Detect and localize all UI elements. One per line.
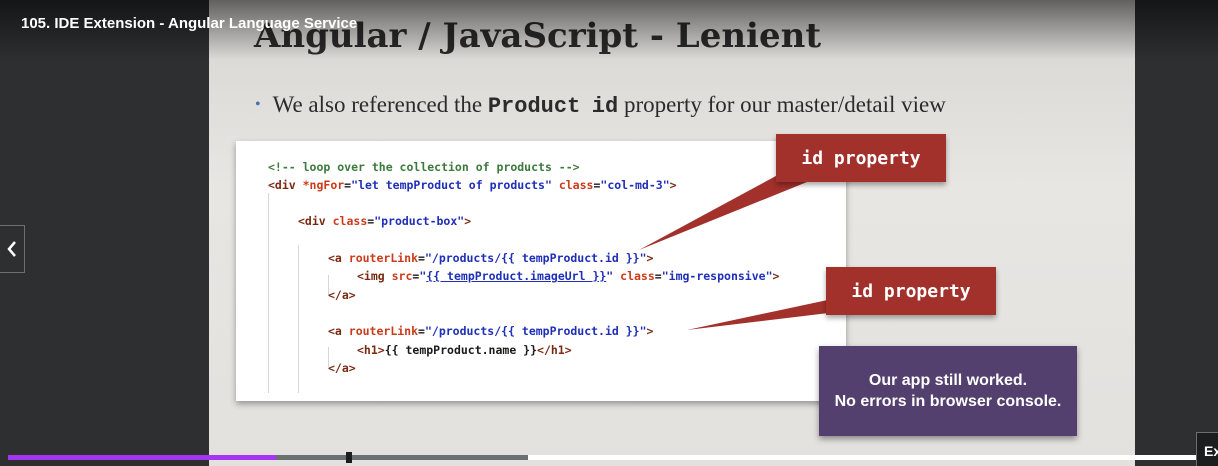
expand-button[interactable]: Ex — [1196, 432, 1218, 466]
callout-id-property-2: id property — [826, 267, 996, 315]
lecture-title: 105. IDE Extension - Angular Language Se… — [21, 15, 358, 32]
bullet-dot-icon: • — [255, 96, 261, 113]
previous-lecture-button[interactable] — [0, 225, 25, 273]
note-box: Our app still worked. No errors in brows… — [819, 346, 1077, 436]
progress-marker[interactable] — [346, 452, 352, 463]
chevron-left-icon — [7, 241, 16, 257]
note-line-2: No errors in browser console. — [834, 393, 1062, 410]
slide-bullet: • We also referenced the Product id prope… — [255, 92, 946, 119]
progress-played — [8, 455, 276, 460]
code-line-5: <img src="{{ tempProduct.imageUrl }}" cl… — [357, 269, 780, 283]
bullet-text-pre: We also referenced the — [272, 92, 488, 117]
bullet-text-post: property for our master/detail view — [618, 92, 946, 117]
bullet-code-id: id — [591, 94, 619, 119]
video-frame[interactable]: Angular / JavaScript - Lenient • We also … — [209, 0, 1135, 466]
code-snippet: <!-- loop over the collection of product… — [236, 141, 846, 401]
code-line-3: <div class="product-box"> — [298, 214, 472, 228]
code-line-8: <h1>{{ tempProduct.name }}</h1> — [357, 343, 572, 357]
progress-bar[interactable] — [8, 452, 1198, 463]
code-line-6: </a> — [328, 288, 356, 302]
code-line-7: <a routerLink="/products/{{ tempProduct.… — [328, 324, 654, 338]
code-line-1: <!-- loop over the collection of product… — [268, 160, 580, 174]
code-line-9: </a> — [328, 361, 356, 375]
code-line-2: <div *ngFor="let tempProduct of products… — [268, 178, 677, 192]
indent-guide — [298, 245, 299, 393]
bullet-code-product: Product — [487, 94, 581, 119]
code-line-4: <a routerLink="/products/{{ tempProduct.… — [328, 251, 654, 265]
note-line-1: Our app still worked. — [868, 372, 1028, 389]
video-player[interactable]: Angular / JavaScript - Lenient • We also … — [0, 0, 1218, 466]
indent-guide — [268, 193, 269, 393]
callout-id-property-1: id property — [776, 134, 946, 182]
